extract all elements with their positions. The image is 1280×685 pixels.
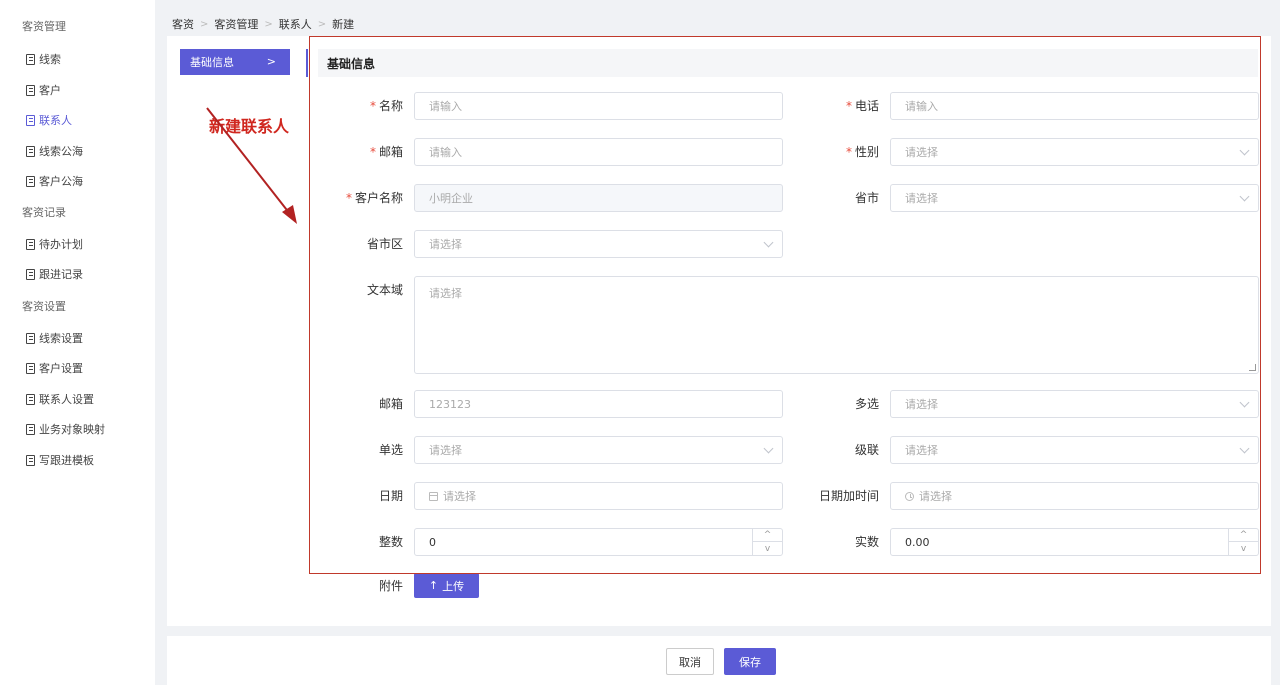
document-icon bbox=[26, 238, 35, 250]
customer-name-input: 小明企业 bbox=[414, 184, 783, 212]
cascade-label: 级联 bbox=[854, 443, 879, 457]
required-mark: * bbox=[369, 99, 376, 113]
chevron-down-icon[interactable]: v bbox=[753, 542, 782, 555]
sidebar-item-customer-pool[interactable]: 客户公海 bbox=[26, 173, 83, 189]
stepper-controls: ^ v bbox=[1228, 529, 1258, 555]
province-city-select[interactable]: 请选择 bbox=[890, 184, 1259, 212]
province-city-district-select[interactable]: 请选择 bbox=[414, 230, 783, 258]
chevron-down-icon bbox=[1239, 191, 1250, 202]
chevron-down-icon bbox=[763, 443, 774, 454]
document-icon bbox=[26, 114, 35, 126]
single-select[interactable]: 请选择 bbox=[414, 436, 783, 464]
sidebar-item-leads[interactable]: 线索 bbox=[26, 51, 61, 67]
required-mark: * bbox=[369, 145, 376, 159]
required-mark: * bbox=[345, 191, 352, 205]
step-divider bbox=[306, 49, 308, 77]
gender-select[interactable]: 请选择 bbox=[890, 138, 1259, 166]
breadcrumb: 客资 > 客资管理 > 联系人 > 新建 bbox=[172, 16, 354, 32]
breadcrumb-item[interactable]: 客资 bbox=[172, 16, 194, 32]
cascade-select[interactable]: 请选择 bbox=[890, 436, 1259, 464]
email-input[interactable]: 请输入 bbox=[414, 138, 783, 166]
document-icon bbox=[26, 53, 35, 65]
nav-group-title: 客资设置 bbox=[22, 300, 66, 313]
calendar-icon bbox=[429, 491, 438, 501]
integer-stepper[interactable]: 0 ^ v bbox=[414, 528, 783, 556]
datetime-picker[interactable]: 请选择 bbox=[890, 482, 1259, 510]
datetime-label: 日期加时间 bbox=[818, 489, 879, 503]
sidebar-item-customer-settings[interactable]: 客户设置 bbox=[26, 360, 83, 376]
sidebar-item-customers[interactable]: 客户 bbox=[26, 82, 61, 98]
resize-handle-icon[interactable] bbox=[1249, 364, 1256, 371]
sidebar-item-follow-records[interactable]: 跟进记录 bbox=[26, 266, 83, 282]
chevron-right-icon: > bbox=[317, 18, 327, 30]
chevron-down-icon[interactable]: v bbox=[1229, 542, 1258, 555]
real-label: 实数 bbox=[854, 535, 879, 549]
sidebar-item-todo-plan[interactable]: 待办计划 bbox=[26, 236, 83, 252]
integer-label: 整数 bbox=[378, 535, 403, 549]
document-icon bbox=[26, 332, 35, 344]
required-mark: * bbox=[845, 99, 852, 113]
clock-icon bbox=[905, 491, 914, 501]
chevron-up-icon[interactable]: ^ bbox=[753, 529, 782, 542]
cancel-button[interactable]: 取消 bbox=[666, 648, 714, 675]
annotation-label: 新建联系人 bbox=[209, 117, 290, 136]
attachment-label: 附件 bbox=[378, 579, 403, 593]
document-icon bbox=[26, 268, 35, 280]
customer-name-label: * 客户名称 bbox=[345, 191, 403, 205]
email-label: * 邮箱 bbox=[369, 145, 403, 159]
document-icon bbox=[26, 175, 35, 187]
nav-group-title: 客资管理 bbox=[22, 20, 66, 33]
document-icon bbox=[26, 145, 35, 157]
date-picker[interactable]: 请选择 bbox=[414, 482, 783, 510]
sidebar: 客资管理 线索 客户 联系人 线索公海 客户公海 客资记录 待办计划 跟进记录 … bbox=[0, 0, 155, 685]
sidebar-item-follow-template[interactable]: 写跟进模板 bbox=[26, 452, 94, 468]
chevron-down-icon bbox=[1239, 443, 1250, 454]
sidebar-item-contacts[interactable]: 联系人 bbox=[26, 112, 72, 128]
document-icon bbox=[26, 423, 35, 435]
document-icon bbox=[26, 454, 35, 466]
breadcrumb-item[interactable]: 客资管理 bbox=[214, 16, 258, 32]
breadcrumb-item: 新建 bbox=[332, 18, 355, 31]
save-button[interactable]: 保存 bbox=[724, 648, 776, 675]
section-title: 基础信息 bbox=[318, 49, 1258, 77]
chevron-right-icon: > bbox=[264, 18, 273, 30]
single-select-label: 单选 bbox=[378, 443, 403, 457]
upload-icon: ↑ bbox=[428, 579, 439, 592]
real-stepper[interactable]: 0.00 ^ v bbox=[890, 528, 1259, 556]
nav-group-title: 客资记录 bbox=[22, 206, 66, 219]
step-tab-basic-info[interactable]: 基础信息 > bbox=[180, 49, 290, 75]
chevron-right-icon: > bbox=[266, 55, 276, 68]
chevron-down-icon bbox=[763, 237, 774, 248]
date-label: 日期 bbox=[378, 489, 403, 503]
sidebar-item-object-mapping[interactable]: 业务对象映射 bbox=[26, 421, 105, 437]
name-label: * 名称 bbox=[369, 99, 403, 113]
stepper-controls: ^ v bbox=[752, 529, 782, 555]
document-icon bbox=[26, 84, 35, 96]
sidebar-item-lead-settings[interactable]: 线索设置 bbox=[26, 330, 83, 346]
multi-select-label: 多选 bbox=[854, 397, 879, 411]
document-icon bbox=[26, 362, 35, 374]
name-input[interactable]: 请输入 bbox=[414, 92, 783, 120]
gender-label: * 性别 bbox=[845, 145, 879, 159]
textarea-input[interactable]: 请选择 bbox=[414, 276, 1259, 374]
province-city-district-label: 省市区 bbox=[366, 237, 403, 251]
document-icon bbox=[26, 393, 35, 405]
footer-bar bbox=[167, 636, 1271, 685]
breadcrumb-item[interactable]: 联系人 bbox=[279, 16, 312, 32]
required-mark: * bbox=[845, 145, 852, 159]
chevron-right-icon: > bbox=[200, 18, 209, 30]
chevron-down-icon bbox=[1239, 397, 1250, 408]
multi-select[interactable]: 请选择 bbox=[890, 390, 1259, 418]
chevron-up-icon[interactable]: ^ bbox=[1229, 529, 1258, 542]
province-city-label: 省市 bbox=[854, 191, 879, 205]
upload-button[interactable]: ↑ 上传 bbox=[414, 573, 479, 598]
phone-label: * 电话 bbox=[845, 99, 879, 113]
sidebar-item-lead-pool[interactable]: 线索公海 bbox=[26, 143, 83, 159]
email2-input[interactable]: 123123 bbox=[414, 390, 783, 418]
email2-label: 邮箱 bbox=[378, 397, 403, 411]
textarea-label: 文本域 bbox=[366, 283, 403, 297]
chevron-down-icon bbox=[1239, 145, 1250, 156]
phone-input[interactable]: 请输入 bbox=[890, 92, 1259, 120]
sidebar-item-contact-settings[interactable]: 联系人设置 bbox=[26, 391, 94, 407]
